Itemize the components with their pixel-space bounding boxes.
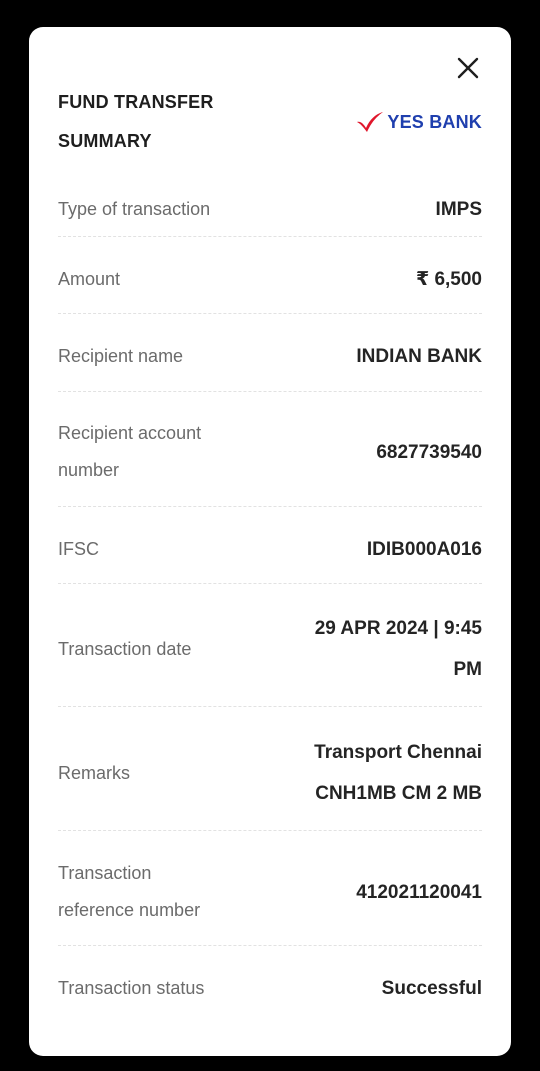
- transaction-status-value: Successful: [381, 977, 482, 999]
- detail-value: ₹ 6,500: [415, 268, 482, 290]
- detail-row-account-number: Recipient account number 6827739540: [58, 407, 482, 497]
- detail-value: IDIB000A016: [366, 538, 482, 560]
- detail-row-transaction-type: Type of transaction IMPS: [58, 182, 482, 236]
- close-button[interactable]: [453, 53, 483, 83]
- yes-bank-checkmark-icon: [357, 112, 384, 132]
- divider: [58, 583, 482, 584]
- divider: [58, 313, 482, 314]
- detail-row-transaction-date: Transaction date 29 APR 2024 | 9:45 PM: [58, 599, 482, 699]
- detail-row-transaction-status: Transaction status Successful: [58, 962, 482, 1014]
- detail-label: Amount: [58, 268, 121, 289]
- detail-row-ifsc: IFSC IDIB000A016: [58, 523, 482, 575]
- divider: [58, 391, 482, 392]
- dialog-title: FUND TRANSFER SUMMARY: [58, 92, 214, 151]
- detail-value: Transport Chennai CNH1MB CM 2 MB: [314, 742, 482, 804]
- detail-value: INDIAN BANK: [356, 345, 482, 367]
- detail-value: 29 APR 2024 | 9:45 PM: [314, 618, 482, 680]
- close-icon[interactable]: [453, 53, 483, 83]
- detail-row-remarks: Remarks Transport Chennai CNH1MB CM 2 MB: [58, 723, 482, 823]
- detail-label: IFSC: [58, 538, 100, 559]
- detail-label: Type of transaction: [58, 198, 211, 219]
- detail-row-reference-number: Transaction reference number 41202112004…: [58, 847, 482, 937]
- detail-label: Transaction reference number: [58, 863, 201, 920]
- detail-row-recipient-name: Recipient name INDIAN BANK: [58, 330, 482, 382]
- divider: [58, 236, 482, 237]
- detail-label: Recipient account number: [58, 423, 202, 480]
- detail-label: Remarks: [58, 762, 131, 783]
- fund-transfer-summary-dialog: FUND TRANSFER SUMMARY YES BANK Type of t…: [29, 27, 511, 1056]
- divider: [58, 830, 482, 831]
- detail-value: 412021120041: [356, 881, 482, 903]
- bank-logo: YES BANK: [356, 108, 482, 136]
- detail-label: Recipient name: [58, 345, 184, 366]
- detail-label: Transaction status: [58, 977, 205, 998]
- detail-value: IMPS: [435, 198, 482, 220]
- detail-value: 6827739540: [376, 441, 482, 463]
- detail-row-amount: Amount ₹ 6,500: [58, 253, 482, 305]
- dialog-header: FUND TRANSFER SUMMARY YES BANK: [58, 83, 482, 183]
- divider: [58, 506, 482, 507]
- bank-logo-text: YES BANK: [387, 111, 482, 132]
- detail-label: Transaction date: [58, 638, 192, 659]
- divider: [58, 945, 482, 946]
- divider: [58, 706, 482, 707]
